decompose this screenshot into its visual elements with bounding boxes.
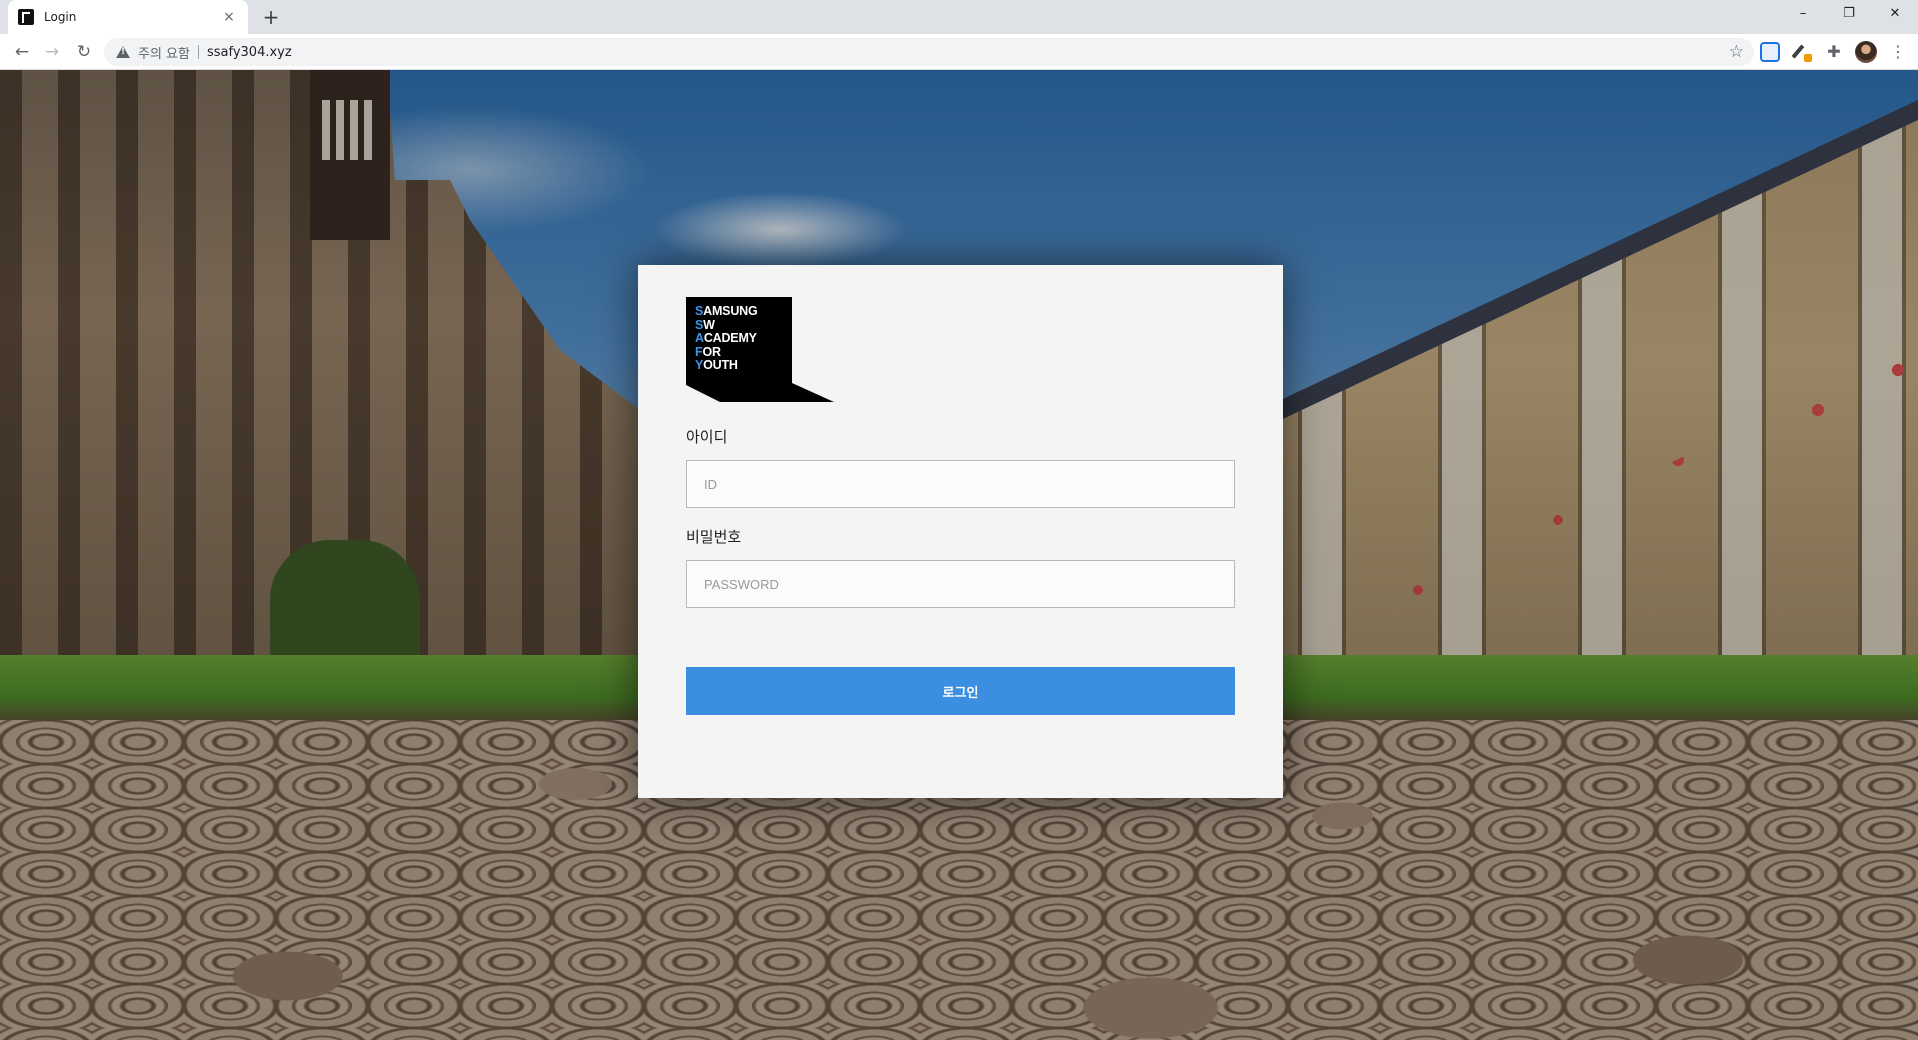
address-bar[interactable]: 주의 요함 ssafy304.xyz ☆ <box>104 38 1754 66</box>
close-window-button[interactable]: ✕ <box>1872 0 1918 30</box>
restore-button[interactable]: ❐ <box>1826 0 1872 30</box>
warning-icon[interactable] <box>116 46 130 58</box>
id-input[interactable] <box>686 460 1235 508</box>
page-viewport: SAMSUNG SW ACADEMY FOR YOUTH 아이디 비밀번호 로그… <box>0 70 1918 1040</box>
bookmark-star-icon[interactable]: ☆ <box>1729 42 1744 62</box>
back-button[interactable]: ← <box>10 40 34 64</box>
logo-line: FOR <box>695 344 758 360</box>
tab-login[interactable]: Login × <box>8 0 248 34</box>
logo-line: YOUTH <box>695 359 758 373</box>
browser-menu-icon[interactable]: ⋮ <box>1890 40 1906 64</box>
address-divider <box>197 45 199 59</box>
forward-button[interactable]: → <box>40 40 64 64</box>
login-card: SAMSUNG SW ACADEMY FOR YOUTH 아이디 비밀번호 로그… <box>638 265 1283 798</box>
logo-initial: Y <box>695 358 704 373</box>
pen-extension-icon[interactable] <box>1792 42 1812 62</box>
logo-initial: S <box>695 304 704 318</box>
new-tab-button[interactable]: + <box>258 4 284 30</box>
url-text[interactable]: ssafy304.xyz <box>207 45 292 60</box>
logo-rest: W <box>703 317 715 332</box>
logo-rest: AMSUNG <box>703 304 758 318</box>
logo-rest: OUTH <box>703 358 738 373</box>
id-label: 아이디 <box>686 428 728 446</box>
login-button[interactable]: 로그인 <box>686 667 1235 715</box>
tab-title: Login <box>44 10 77 24</box>
tab-strip: Login × + – ❐ ✕ <box>0 0 1918 34</box>
tab-close-icon[interactable]: × <box>220 9 238 25</box>
shield-extension-icon[interactable] <box>1760 42 1780 62</box>
logo-text: SAMSUNG SW ACADEMY FOR YOUTH <box>695 304 758 373</box>
logo-rest: OR <box>702 344 721 359</box>
password-label: 비밀번호 <box>686 528 742 546</box>
minimize-button[interactable]: – <box>1780 0 1826 30</box>
site-favicon-icon <box>18 9 34 25</box>
logo-line: ACADEMY <box>695 331 758 346</box>
logo-rest: CADEMY <box>703 331 757 346</box>
profile-avatar[interactable] <box>1855 41 1877 63</box>
ssafy-logo: SAMSUNG SW ACADEMY FOR YOUTH <box>686 297 834 402</box>
extensions-puzzle-icon[interactable]: ✚ <box>1824 42 1844 62</box>
logo-line: SAMSUNG <box>695 304 758 319</box>
logo-initial: A <box>695 331 704 346</box>
logo-initial: S <box>695 317 704 332</box>
browser-toolbar: ← → ↻ 주의 요함 ssafy304.xyz ☆ ✚ ⋮ <box>0 34 1918 70</box>
password-input[interactable] <box>686 560 1235 608</box>
security-warning-text[interactable]: 주의 요함 <box>138 43 190 62</box>
logo-line: SW <box>695 317 758 333</box>
reload-button[interactable]: ↻ <box>72 40 96 64</box>
